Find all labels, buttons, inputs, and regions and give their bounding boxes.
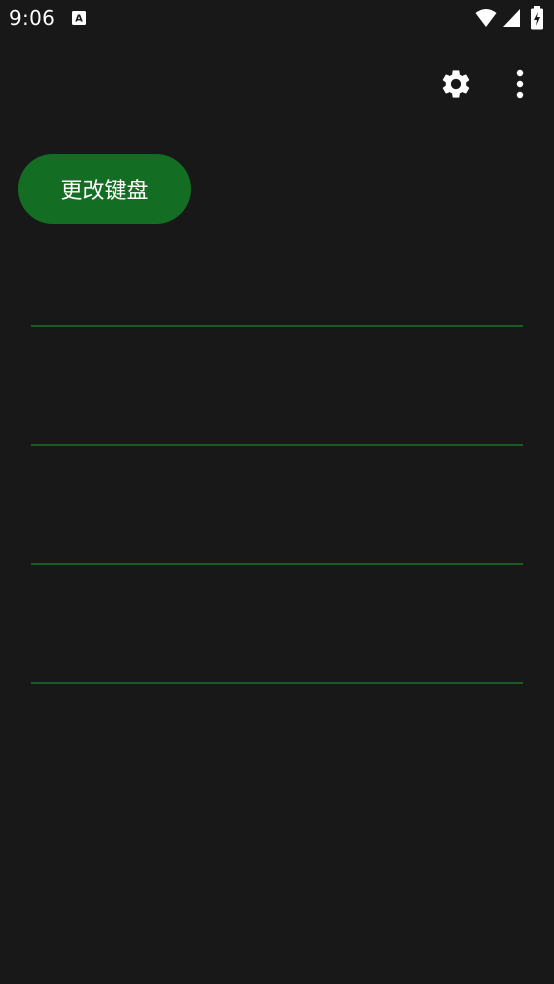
text-field-2[interactable] xyxy=(31,392,527,446)
text-input-2[interactable] xyxy=(31,392,527,446)
text-input-4[interactable] xyxy=(31,630,527,684)
text-field-3[interactable] xyxy=(31,511,527,565)
app-screen: 9:06 A 更改键盘 xyxy=(0,0,554,984)
status-time: 9:06 xyxy=(9,6,56,30)
wifi-icon xyxy=(475,8,497,28)
settings-button[interactable] xyxy=(434,64,478,108)
text-field-4[interactable] xyxy=(31,630,527,684)
more-vert-icon xyxy=(515,69,525,103)
battery-charging-icon xyxy=(530,6,544,30)
keyboard-a-icon: A xyxy=(71,10,87,26)
svg-text:A: A xyxy=(75,14,83,25)
text-input-3[interactable] xyxy=(31,511,527,565)
more-options-button[interactable] xyxy=(500,64,540,108)
cell-signal-icon xyxy=(502,8,521,28)
gear-icon xyxy=(439,67,473,105)
text-input-1[interactable] xyxy=(31,273,527,327)
change-keyboard-button[interactable]: 更改键盘 xyxy=(18,154,191,224)
text-field-1[interactable] xyxy=(31,273,527,327)
status-bar: 9:06 A xyxy=(0,0,554,38)
